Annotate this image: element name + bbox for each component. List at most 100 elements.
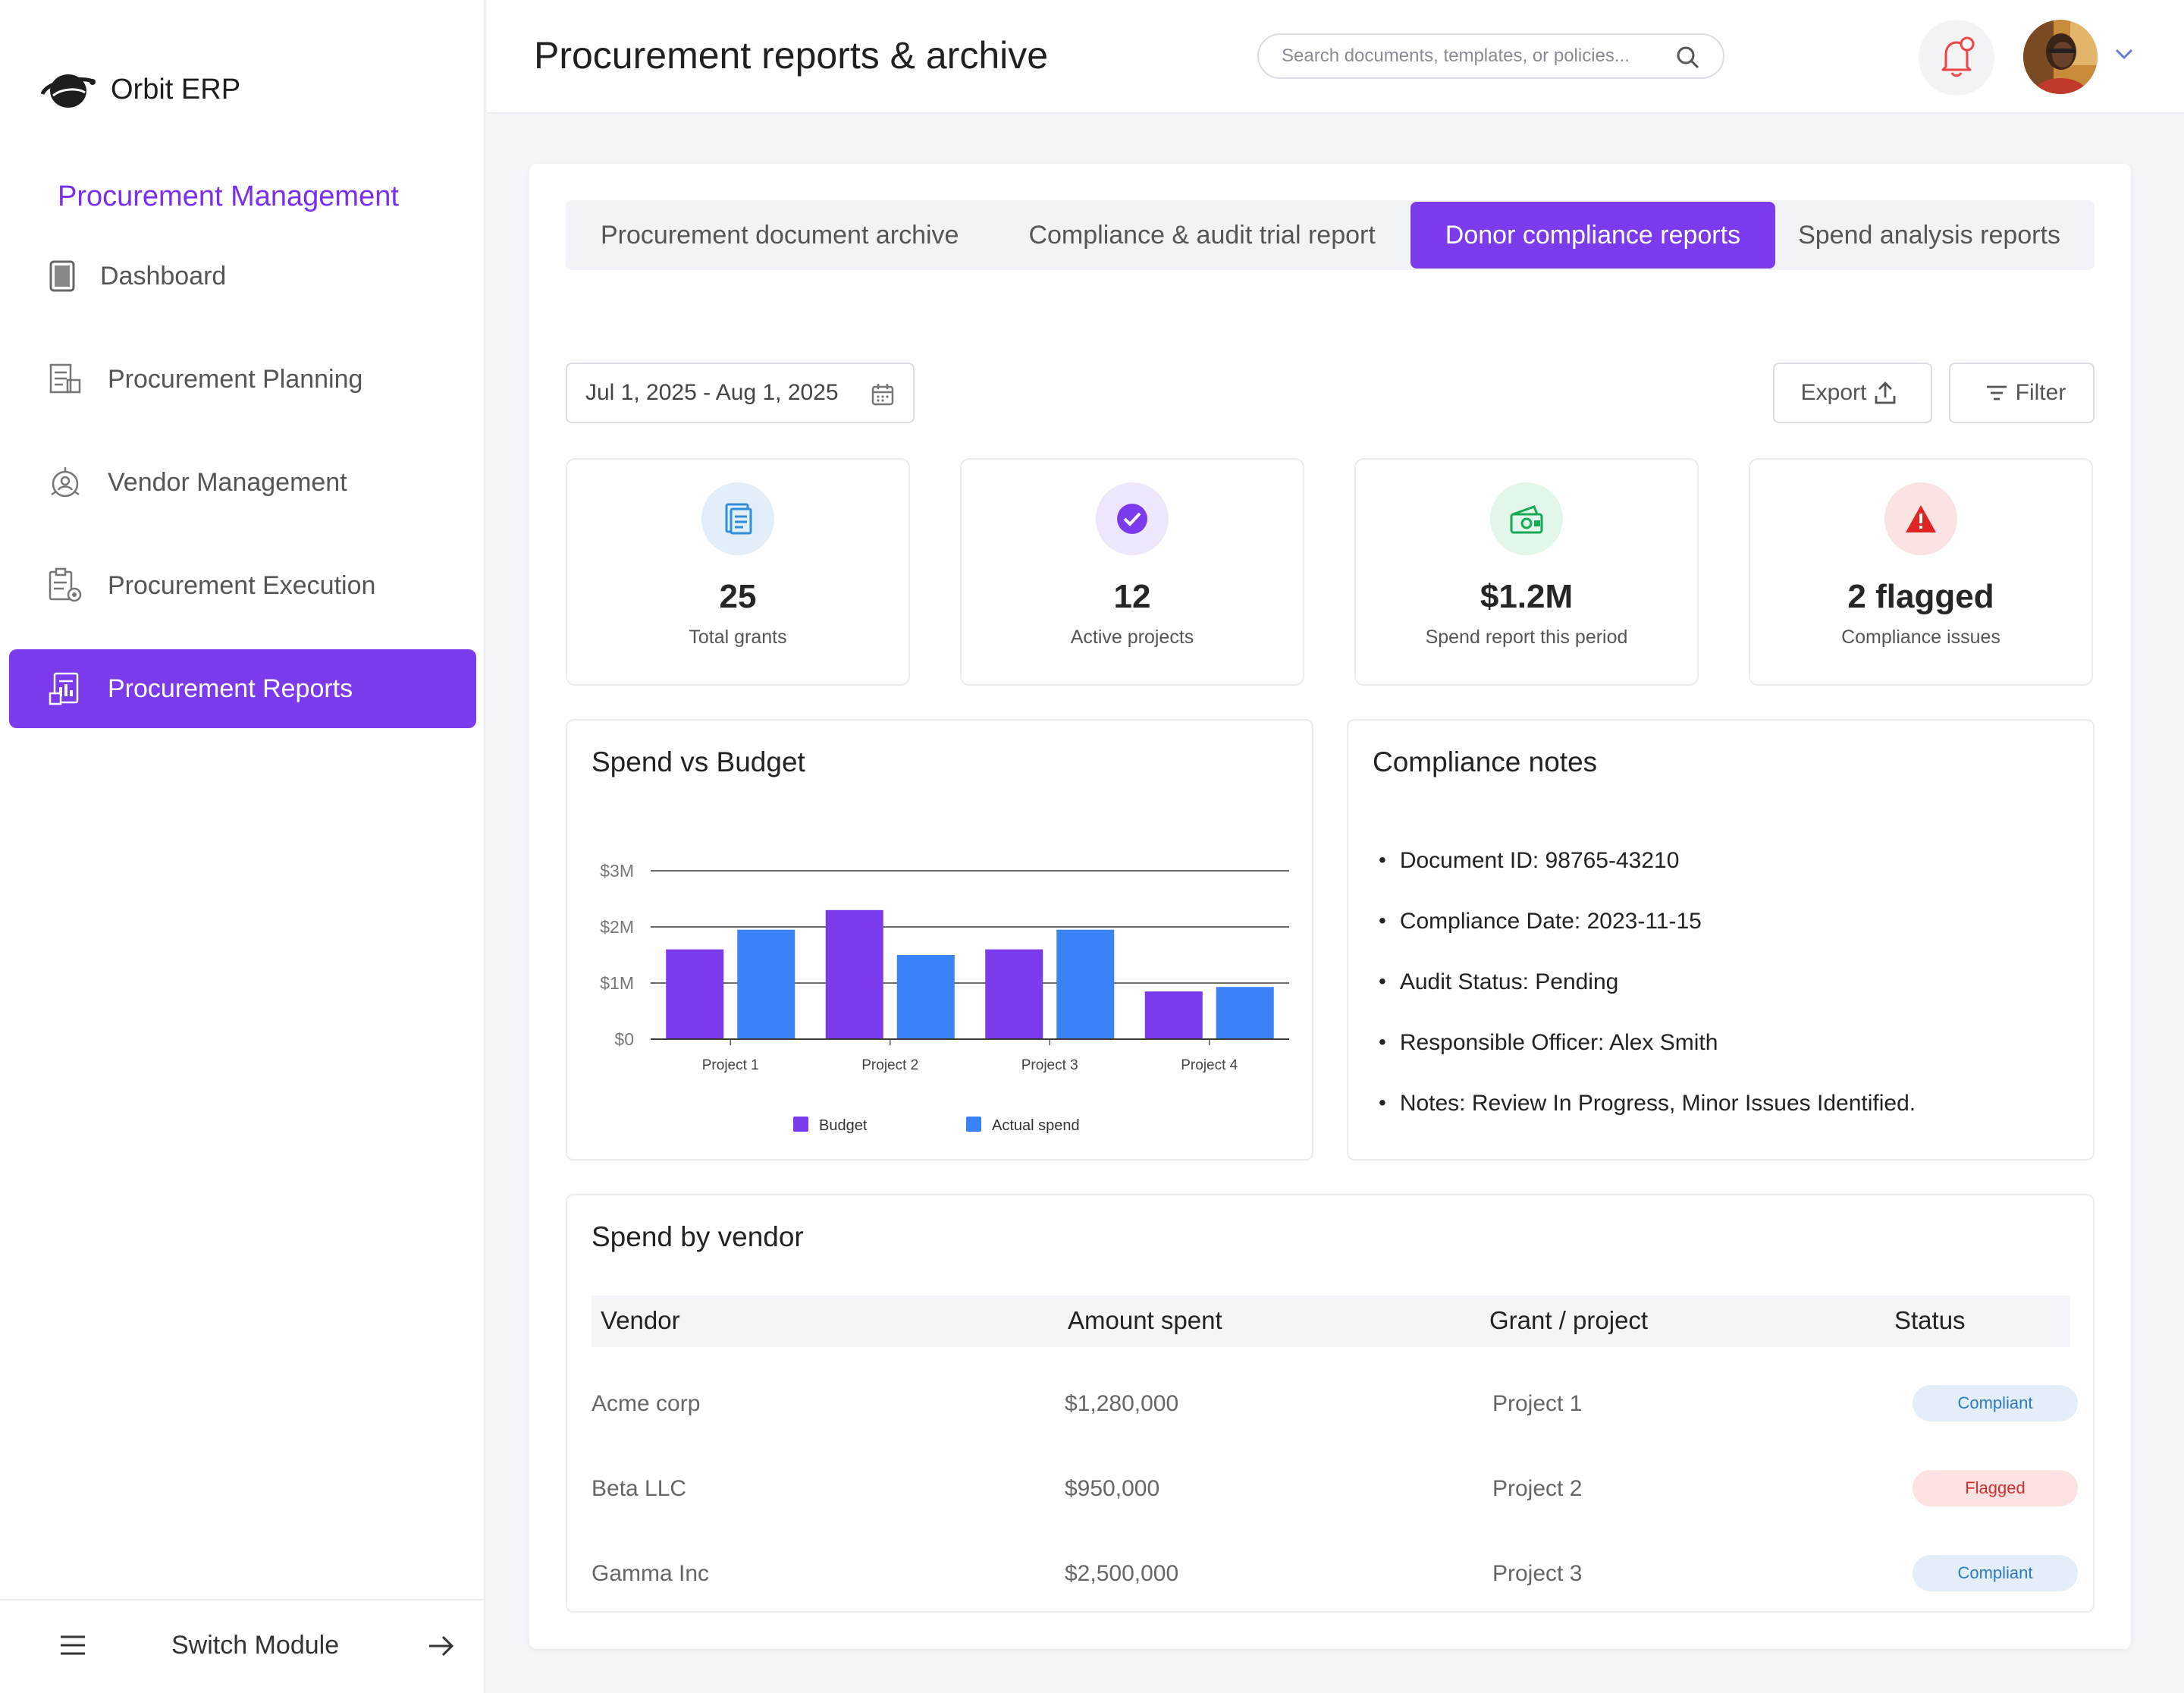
tab-donor-compliance-reports[interactable]: Donor compliance reports <box>1410 202 1776 269</box>
switch-module-label: Switch Module <box>171 1631 340 1660</box>
execution-icon <box>44 564 86 607</box>
y-tick-label: $1M <box>600 973 634 993</box>
stat-label: Spend report this period <box>1425 627 1628 648</box>
sidebar-section-title: Procurement Management <box>58 181 399 212</box>
chevron-down-icon[interactable] <box>2114 47 2134 61</box>
money-icon <box>1510 505 1543 534</box>
page-title: Procurement reports & archive <box>534 34 1049 77</box>
avatar[interactable] <box>2023 20 2098 94</box>
date-range-value: Jul 1, 2025 - Aug 1, 2025 <box>585 380 839 405</box>
stat-card-active-projects: 12 Active projects <box>960 458 1304 686</box>
status-badge: Flagged <box>1913 1470 2078 1506</box>
note-item: Audit Status: Pending <box>1379 969 1916 1030</box>
sidebar-item-label: Procurement Execution <box>108 570 376 600</box>
report-icon <box>44 667 86 710</box>
sidebar-item-label: Vendor Management <box>108 467 347 497</box>
stat-card-total-grants: 25 Total grants <box>566 458 910 686</box>
upload-icon <box>1875 382 1896 404</box>
cell-amount: $1,280,000 <box>1065 1391 1179 1416</box>
stat-value: $1.2M <box>1480 578 1574 615</box>
tab-procurement-document-archive[interactable]: Procurement document archive <box>566 202 993 269</box>
legend-swatch <box>966 1117 981 1132</box>
sidebar-nav: Dashboard Procurement Planning Vendor Ma… <box>9 237 476 752</box>
document-icon <box>725 503 752 535</box>
sidebar-item-procurement-execution[interactable]: Procurement Execution <box>9 546 476 625</box>
table-row[interactable]: Gamma Inc $2,500,000 Project 3 Compliant <box>592 1531 2078 1616</box>
bar-budget <box>985 949 1043 1039</box>
column-header-project: Grant / project <box>1489 1306 1649 1334</box>
stat-label: Active projects <box>1070 627 1194 648</box>
cell-project: Project 2 <box>1492 1476 1583 1501</box>
bell-icon <box>1941 36 1975 77</box>
sidebar-item-procurement-planning[interactable]: Procurement Planning <box>9 340 476 419</box>
compliance-notes-list: Document ID: 98765-43210 Compliance Date… <box>1379 848 1916 1151</box>
search-input[interactable] <box>1282 46 1676 67</box>
user-photo-icon <box>2023 20 2098 94</box>
x-tick-label: Project 3 <box>1021 1057 1078 1073</box>
legend-swatch <box>793 1117 808 1132</box>
bar-actual-spend <box>1056 929 1115 1039</box>
vendor-icon <box>44 461 86 504</box>
spend-vs-budget-panel: Spend vs Budget $0 $1M $2M $3M Project 1 Proj… <box>566 719 1313 1161</box>
status-badge: Compliant <box>1913 1385 2078 1421</box>
y-tick-label: $0 <box>614 1029 634 1049</box>
cell-amount: $2,500,000 <box>1065 1561 1179 1586</box>
legend-label: Budget <box>819 1117 868 1134</box>
stat-value: 12 <box>1113 578 1151 615</box>
calendar-icon <box>871 384 894 406</box>
stat-label: Total grants <box>689 627 787 648</box>
stat-card-compliance-issues: 2 flagged Compliance issues <box>1749 458 2093 686</box>
planet-logo-icon <box>40 74 96 108</box>
report-card: Procurement document archive Compliance … <box>529 164 2131 1649</box>
column-header-vendor: Vendor <box>601 1306 680 1334</box>
panel-title: Compliance notes <box>1373 746 1598 777</box>
cell-project: Project 3 <box>1492 1561 1583 1586</box>
date-range-picker[interactable]: Jul 1, 2025 - Aug 1, 2025 <box>566 363 915 423</box>
note-item: Compliance Date: 2023-11-15 <box>1379 909 1916 969</box>
tab-spend-analysis-reports[interactable]: Spend analysis reports <box>1775 202 2083 269</box>
cell-vendor: Acme corp <box>592 1391 701 1416</box>
bar-budget <box>666 949 724 1039</box>
sidebar-item-procurement-reports[interactable]: Procurement Reports <box>9 649 476 728</box>
menu-icon[interactable] <box>59 1634 86 1657</box>
stat-icon-wrapper <box>1096 482 1169 555</box>
column-header-amount: Amount spent <box>1068 1306 1222 1334</box>
note-item: Responsible Officer: Alex Smith <box>1379 1030 1916 1091</box>
report-tabs: Procurement document archive Compliance … <box>566 200 2095 270</box>
switch-module-bar[interactable]: Switch Module <box>0 1599 484 1693</box>
sidebar-item-dashboard[interactable]: Dashboard <box>9 237 476 316</box>
column-header-status: Status <box>1894 1306 1966 1334</box>
filter-label: Filter <box>2015 380 2066 405</box>
status-badge: Compliant <box>1913 1555 2078 1591</box>
stat-card-spend: $1.2M Spend report this period <box>1354 458 1699 686</box>
search-box[interactable] <box>1257 33 1724 79</box>
tablet-icon <box>47 255 77 297</box>
cell-project: Project 1 <box>1492 1391 1583 1416</box>
table-row[interactable]: Acme corp $1,280,000 Project 1 Compliant <box>592 1361 2078 1446</box>
tab-compliance-audit-report[interactable]: Compliance & audit trial report <box>993 202 1410 269</box>
cell-vendor: Beta LLC <box>592 1476 687 1501</box>
sidebar-item-label: Procurement Reports <box>108 674 353 703</box>
table-row[interactable]: Beta LLC $950,000 Project 2 Flagged <box>592 1446 2078 1531</box>
brand[interactable]: Orbit ERP <box>39 65 240 114</box>
spend-vs-budget-chart: $0 $1M $2M $3M Project 1 Project 2 Project 3 Pr… <box>600 861 1289 1134</box>
notification-button[interactable] <box>1919 20 1994 96</box>
top-header: Procurement reports & archive <box>487 0 2184 114</box>
x-tick-label: Project 4 <box>1181 1057 1238 1073</box>
y-tick-label: $2M <box>600 917 634 937</box>
cell-vendor: Gamma Inc <box>592 1561 710 1586</box>
filter-button[interactable]: Filter <box>1949 363 2095 423</box>
warning-icon <box>1906 505 1936 532</box>
brand-name: Orbit ERP <box>111 73 241 105</box>
check-icon <box>1117 504 1147 534</box>
table-header: Vendor Amount spent Grant / project Stat… <box>592 1296 2070 1347</box>
arrow-right-icon[interactable] <box>426 1632 457 1660</box>
stat-value: 25 <box>719 578 757 615</box>
search-icon[interactable] <box>1676 46 1700 70</box>
export-button[interactable]: Export <box>1773 363 1932 423</box>
sidebar-item-vendor-management[interactable]: Vendor Management <box>9 443 476 522</box>
stat-icon-wrapper <box>1884 482 1957 555</box>
stat-label: Compliance issues <box>1841 627 2000 648</box>
bar-actual-spend <box>896 955 955 1039</box>
x-tick-label: Project 2 <box>861 1057 918 1073</box>
